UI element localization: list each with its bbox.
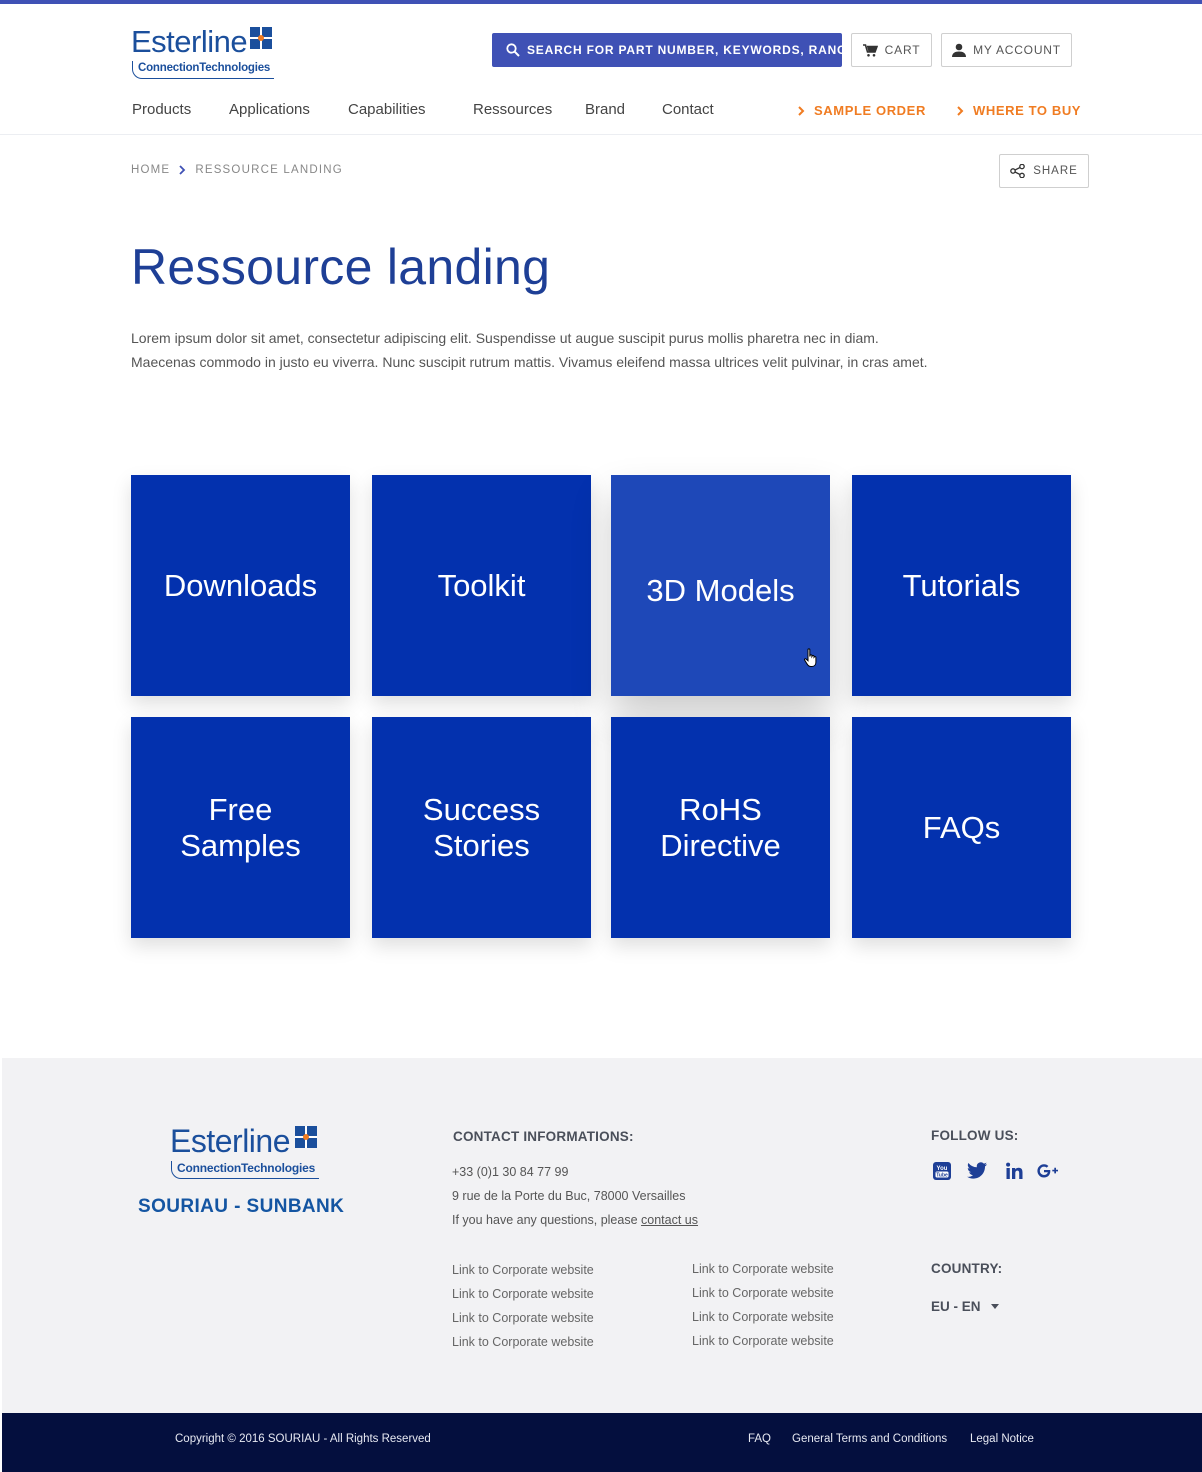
logo-wordmark: Esterline <box>170 1123 291 1159</box>
contact-address: 9 rue de la Porte du Buc, 78000 Versaill… <box>452 1189 686 1203</box>
cart-label: CART <box>884 43 921 57</box>
contact-us-link[interactable]: contact us <box>641 1213 698 1227</box>
breadcrumb-home[interactable]: HOME <box>131 164 170 176</box>
nav-item-applications[interactable]: Applications <box>229 101 310 118</box>
nav-item-ressources[interactable]: Ressources <box>473 101 552 118</box>
nav-item-products[interactable]: Products <box>132 101 191 118</box>
search-icon <box>506 43 520 57</box>
country-value: EU - EN <box>931 1299 981 1314</box>
share-label: SHARE <box>1033 165 1078 177</box>
tile-label: FAQs <box>922 809 1001 845</box>
caret-down-icon <box>990 1304 999 1309</box>
user-icon <box>952 43 967 57</box>
faq-link[interactable]: FAQ <box>748 1433 771 1445</box>
corporate-link[interactable]: Link to Corporate website <box>692 1334 834 1348</box>
tile-label: Success Stories <box>422 791 541 863</box>
tile-label: 3D Models <box>646 573 795 608</box>
svg-text:Tube: Tube <box>936 1172 948 1178</box>
my-account-label: MY ACCOUNT <box>973 43 1061 57</box>
contact-phone: +33 (0)1 30 84 77 99 <box>452 1165 569 1179</box>
youtube-icon[interactable]: You Tube <box>931 1160 953 1182</box>
footer <box>2 1058 1202 1413</box>
corporate-link[interactable]: Link to Corporate website <box>452 1311 594 1325</box>
terms-link[interactable]: General Terms and Conditions <box>792 1433 947 1445</box>
top-accent-bar <box>0 0 1202 4</box>
nav-item-brand[interactable]: Brand <box>585 101 625 118</box>
nav-item-capabilities[interactable]: Capabilities <box>348 101 426 118</box>
svg-text:You: You <box>937 1166 948 1172</box>
copyright-text: Copyright © 2016 SOURIAU - All Rights Re… <box>175 1433 431 1445</box>
twitter-icon[interactable] <box>966 1160 988 1182</box>
chevron-right-icon <box>798 105 805 116</box>
country-select[interactable]: EU - EN <box>931 1299 999 1314</box>
main-nav: Products Applications Capabilities Resso… <box>0 101 1202 121</box>
breadcrumb: HOME RESSOURCE LANDING <box>131 164 343 176</box>
corporate-link[interactable]: Link to Corporate website <box>452 1335 594 1349</box>
tile-success-stories[interactable]: Success Stories <box>372 717 591 938</box>
logo-tagline: ConnectionTechnologies <box>132 61 274 79</box>
tile-faqs[interactable]: FAQs <box>852 717 1071 938</box>
logo-mark-icon <box>295 1126 317 1148</box>
follow-heading: FOLLOW US: <box>931 1128 1019 1143</box>
chevron-right-icon <box>179 165 186 175</box>
corporate-link[interactable]: Link to Corporate website <box>452 1263 594 1277</box>
breadcrumb-current: RESSOURCE LANDING <box>195 164 343 176</box>
corporate-link[interactable]: Link to Corporate website <box>452 1287 594 1301</box>
tile-tutorials[interactable]: Tutorials <box>852 475 1071 696</box>
tile-label: Toolkit <box>437 567 526 603</box>
cart-icon <box>862 43 878 57</box>
sample-order-label: SAMPLE ORDER <box>814 103 926 118</box>
nav-item-contact[interactable]: Contact <box>662 101 714 118</box>
tile-label: Tutorials <box>902 567 1021 603</box>
tile-3d-models[interactable]: 3D Models <box>611 475 830 696</box>
search-label: SEARCH FOR PART NUMBER, KEYWORDS, RANGE <box>527 43 842 57</box>
tile-label: Downloads <box>163 567 318 603</box>
legal-notice-link[interactable]: Legal Notice <box>970 1433 1034 1445</box>
tile-downloads[interactable]: Downloads <box>131 475 350 696</box>
tile-label: RoHS Directive <box>660 791 781 863</box>
contact-question-text: If you have any questions, please <box>452 1213 638 1227</box>
bottom-bar: Copyright © 2016 SOURIAU - All Rights Re… <box>2 1413 1202 1472</box>
esterline-logo[interactable]: Esterline ConnectionTechnologies <box>131 25 277 81</box>
tile-toolkit[interactable]: Toolkit <box>372 475 591 696</box>
page-title: Ressource landing <box>131 239 551 295</box>
cart-button[interactable]: CART <box>851 33 932 67</box>
tile-free-samples[interactable]: Free Samples <box>131 717 350 938</box>
tile-label: Free Samples <box>180 791 301 863</box>
corporate-link[interactable]: Link to Corporate website <box>692 1310 834 1324</box>
corporate-link[interactable]: Link to Corporate website <box>692 1262 834 1276</box>
sample-order-link[interactable]: SAMPLE ORDER <box>798 103 926 118</box>
contact-question: If you have any questions, please contac… <box>452 1213 698 1227</box>
search-button[interactable]: SEARCH FOR PART NUMBER, KEYWORDS, RANGE <box>492 33 842 67</box>
footer-brand-name: SOURIAU - SUNBANK <box>138 1196 345 1217</box>
my-account-button[interactable]: MY ACCOUNT <box>941 33 1072 67</box>
chevron-right-icon <box>957 105 964 116</box>
tile-rohs-directive[interactable]: RoHS Directive <box>611 717 830 938</box>
linkedin-icon[interactable] <box>1003 1160 1025 1182</box>
corporate-link[interactable]: Link to Corporate website <box>692 1286 834 1300</box>
logo-wordmark: Esterline <box>131 24 248 59</box>
where-to-buy-label: WHERE TO BUY <box>973 103 1082 118</box>
contact-heading: CONTACT INFORMATIONS: <box>453 1129 634 1144</box>
country-heading: COUNTRY: <box>931 1261 1003 1276</box>
footer-esterline-logo[interactable]: Esterline ConnectionTechnologies <box>170 1124 320 1180</box>
intro-paragraph: Lorem ipsum dolor sit amet, consectetur … <box>131 330 928 370</box>
header-divider <box>0 134 1202 135</box>
logo-mark-icon <box>250 27 272 49</box>
google-plus-icon[interactable] <box>1037 1160 1059 1182</box>
where-to-buy-link[interactable]: WHERE TO BUY <box>957 103 1081 118</box>
logo-tagline: ConnectionTechnologies <box>171 1161 319 1179</box>
share-button[interactable]: SHARE <box>999 154 1089 188</box>
share-icon <box>1010 164 1026 178</box>
hand-cursor-icon <box>803 648 817 667</box>
